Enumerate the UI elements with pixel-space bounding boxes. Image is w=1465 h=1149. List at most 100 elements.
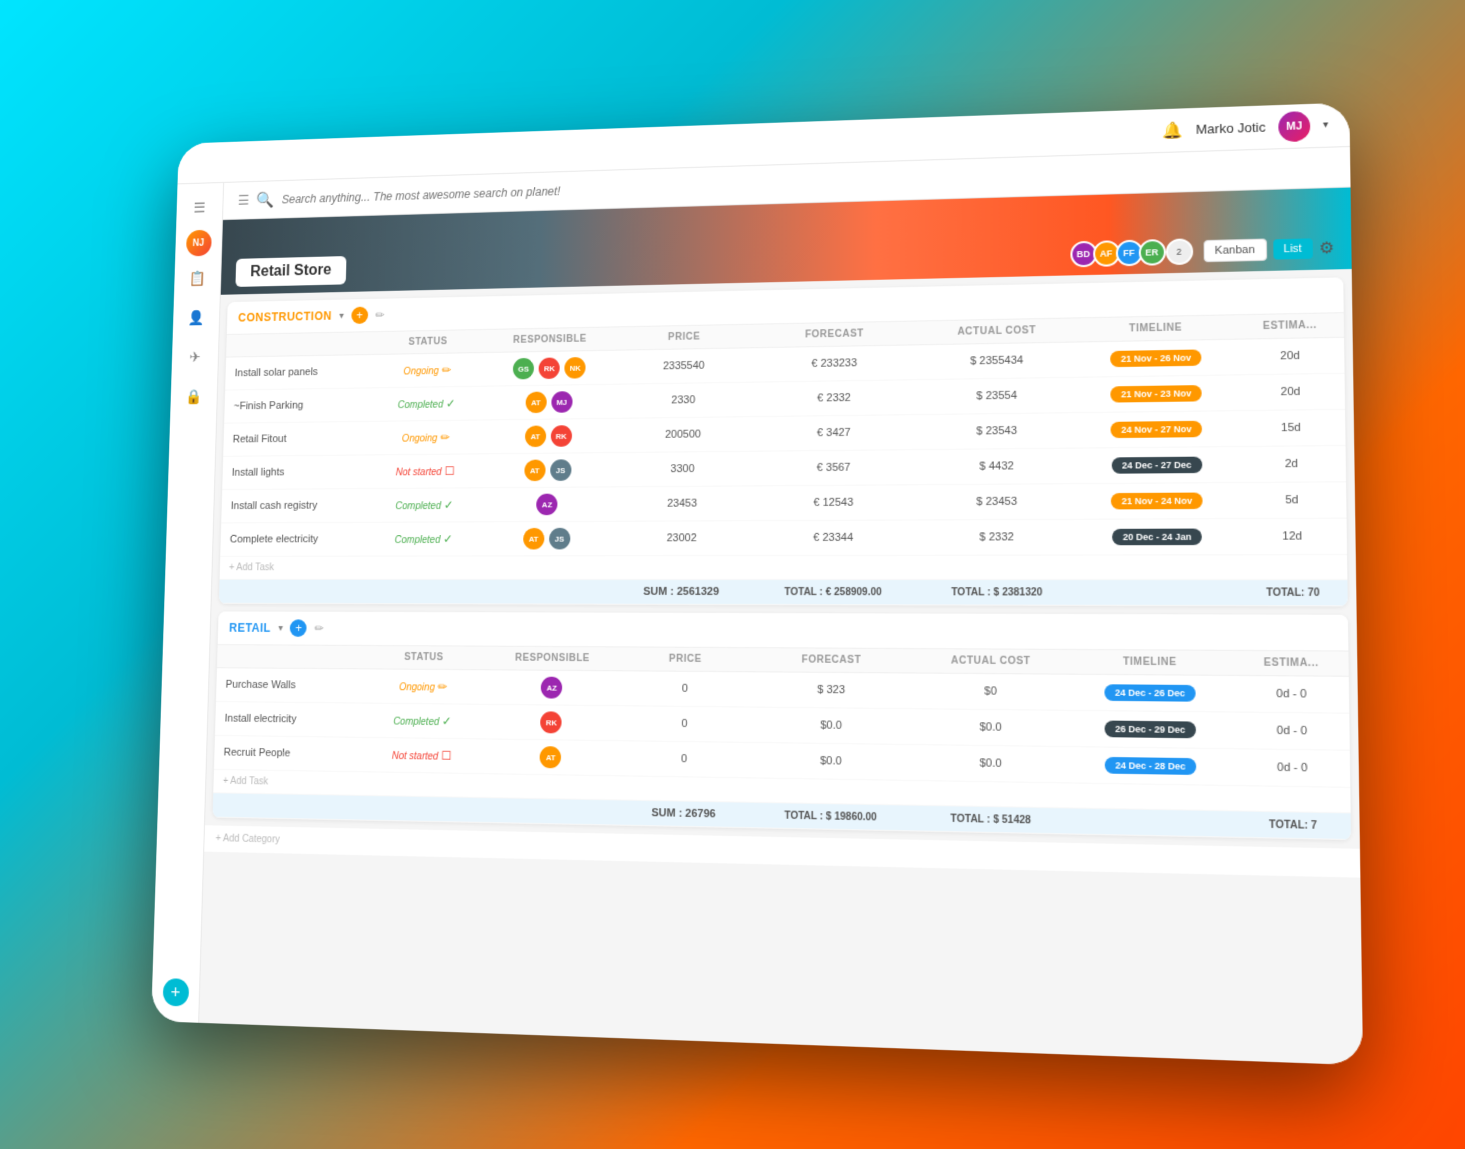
task-timeline: 24 Dec - 27 Dec [1076,446,1237,483]
search-icon: 🔍 [256,190,275,209]
edit-pencil-icon[interactable]: ✏ [440,430,450,444]
settings-button[interactable]: ⚙ [1318,237,1334,258]
construction-table: STATUS RESPONSIBLE PRICE FORECAST ACTUAL… [218,313,1347,606]
task-name: Install lights [222,454,370,489]
col-status-retail: STATUS [365,645,483,669]
total-estimate: TOTAL: 70 [1238,579,1347,605]
list-view-button[interactable]: List [1272,238,1312,259]
total-forecast: TOTAL : € 258909.00 [749,579,917,604]
check-icon: ✓ [445,396,455,410]
retail-add-button[interactable]: + [290,619,307,636]
user-menu-chevron-icon[interactable]: ▾ [1322,119,1328,130]
sidebar-add-button[interactable]: + [162,978,189,1006]
task-forecast: $ 323 [747,671,915,708]
retail-total-forecast: TOTAL : $ 19860.00 [746,802,915,831]
col-price: PRICE [616,324,751,349]
col-task-retail [216,645,365,669]
task-responsible: AT JS [479,521,614,556]
task-actual-cost: $0.0 [915,744,1066,782]
task-name: Install cash registry [221,488,369,522]
sidebar-lock-icon[interactable]: 🔒 [177,379,211,413]
col-task [226,332,373,357]
task-name: Install electricity [214,701,363,737]
task-price: 2330 [615,382,751,418]
add-task-row[interactable]: + Add Task [219,554,1347,579]
check-icon: ✓ [441,714,451,728]
task-timeline: 24 Dec - 26 Dec [1066,674,1234,712]
col-forecast-retail: FORECAST [747,648,915,673]
table-row: Complete electricity Completed ✓ AT JS 2… [220,518,1347,556]
table-row: Install cash registry Completed ✓ AZ 234… [221,481,1346,522]
user-avatar[interactable]: MJ [1278,110,1310,141]
task-price: 2335540 [616,347,751,383]
task-status: Completed ✓ [367,521,479,555]
sidebar-flight-icon[interactable]: ✈ [178,339,211,373]
task-actual-cost: $0 [915,673,1066,710]
check-icon: ✓ [443,498,453,512]
kanban-view-button[interactable]: Kanban [1203,238,1267,262]
sidebar-hamburger-icon[interactable]: ☰ [182,190,215,224]
col-timeline-retail: TIMELINE [1066,649,1234,674]
sidebar-document-icon[interactable]: 📋 [180,261,213,295]
task-estimate: 5d [1237,481,1346,518]
task-status: Ongoing ✏ [371,352,482,387]
hamburger-icon[interactable]: ☰ [237,192,249,208]
sidebar-avatar-icon[interactable]: NJ [185,229,211,256]
task-price: 3300 [614,451,750,487]
task-responsible: RK [481,704,622,740]
sum-row: SUM : 2561329 TOTAL : € 258909.00 TOTAL … [218,579,1347,606]
task-responsible: AT JS [480,452,615,487]
col-responsible-retail: RESPONSIBLE [482,646,623,670]
task-price: 0 [621,705,747,742]
project-title: Retail Store [235,256,346,287]
checkbox-icon: ☐ [441,748,452,762]
total-actual: TOTAL : $ 2381320 [917,579,1077,605]
avatar-er: ER [1138,239,1165,266]
task-timeline: 24 Nov - 27 Nov [1076,410,1237,447]
user-name: Marko Jotic [1195,119,1265,136]
task-name: Install solar panels [225,354,373,390]
task-actual-cost: $ 23554 [917,377,1076,414]
retail-chevron-icon[interactable]: ▾ [278,622,283,633]
construction-label: CONSTRUCTION [237,309,331,324]
task-actual-cost: $0.0 [915,708,1066,746]
retail-sum-price: SUM : 26796 [620,799,746,827]
task-actual-cost: $ 2332 [917,519,1077,555]
edit-pencil-icon[interactable]: ✏ [437,679,447,693]
task-forecast: € 3427 [750,414,917,451]
task-responsible: AZ [479,486,614,521]
construction-edit-icon[interactable]: ✏ [375,308,385,321]
task-forecast: € 2332 [751,379,918,416]
task-forecast: $0.0 [747,707,915,745]
task-name: Retail Fitout [223,421,371,456]
col-status: STATUS [372,329,483,354]
sidebar-person-icon[interactable]: 👤 [179,300,212,334]
retail-edit-icon[interactable]: ✏ [314,621,324,635]
task-estimate: 15d [1236,409,1345,446]
add-task-button[interactable]: + Add Task [219,554,1347,579]
task-forecast: € 3567 [750,449,917,485]
construction-chevron-icon[interactable]: ▾ [339,310,344,321]
task-status: Completed ✓ [368,487,480,522]
task-responsible: AT RK [481,418,616,454]
checkbox-icon: ☐ [444,464,454,478]
notification-bell-icon[interactable]: 🔔 [1162,119,1183,140]
task-price: 200500 [615,416,751,452]
task-timeline: 21 Nov - 23 Nov [1076,374,1237,412]
task-responsible: AT MJ [481,384,615,420]
check-icon: ✓ [443,532,453,546]
col-timeline: TIMELINE [1076,315,1236,342]
task-responsible: AT [480,738,621,775]
task-name: ~Finish Parking [224,387,372,422]
construction-add-button[interactable]: + [350,306,367,323]
construction-section: CONSTRUCTION ▾ + ✏ STATUS RESPONSIBLE PR… [218,277,1347,606]
task-name: Complete electricity [220,522,368,556]
col-actual-cost-retail: ACTUAL COST [915,649,1065,674]
col-price-retail: PRICE [622,647,747,671]
task-estimate: 0d - 0 [1234,712,1349,750]
retail-total-estimate: TOTAL: 7 [1235,810,1350,839]
task-status: Completed ✓ [363,703,481,739]
col-responsible: RESPONSIBLE [483,327,617,352]
edit-pencil-icon[interactable]: ✏ [441,363,451,377]
col-actual-cost: ACTUAL COST [917,318,1075,344]
